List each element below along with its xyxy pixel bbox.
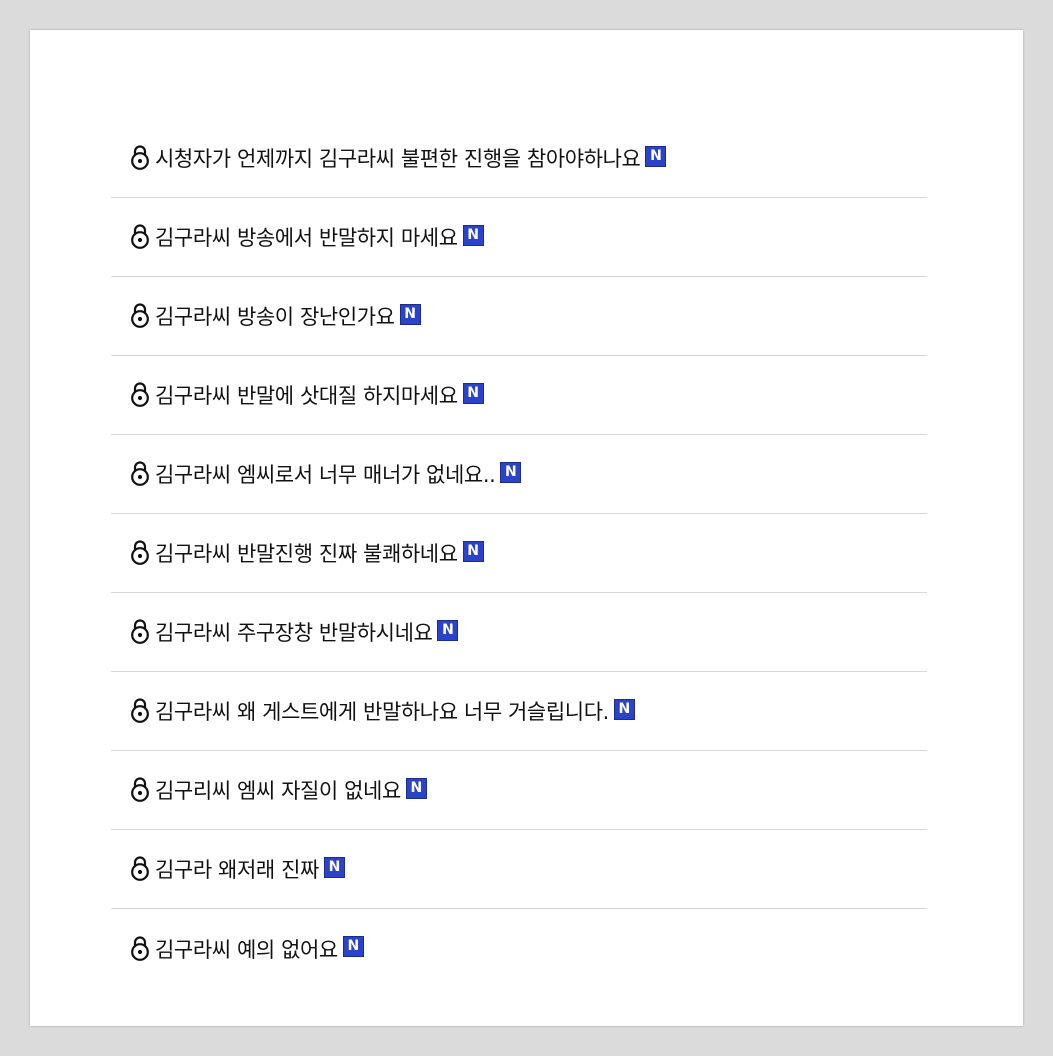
lock-icon (130, 381, 150, 407)
new-badge: N (399, 303, 421, 325)
post-item[interactable]: 김구라씨 방송이 장난인가요 N (111, 277, 927, 356)
new-badge: N (462, 382, 484, 404)
post-title[interactable]: 김구라씨 왜 게스트에게 반말하나요 너무 거슬립니다. (155, 696, 609, 726)
post-item[interactable]: 김구라 왜저래 진짜 N (111, 830, 927, 909)
post-title[interactable]: 시청자가 언제까지 김구라씨 불편한 진행을 참아야하나요 (155, 143, 641, 173)
new-badge: N (613, 698, 635, 720)
lock-icon (130, 460, 150, 486)
lock-icon (130, 776, 150, 802)
post-list: 시청자가 언제까지 김구라씨 불편한 진행을 참아야하나요 N 김구라씨 방송에… (111, 119, 927, 988)
post-title[interactable]: 김구리씨 엠씨 자질이 없네요 (155, 775, 401, 805)
post-list-card: 시청자가 언제까지 김구라씨 불편한 진행을 참아야하나요 N 김구라씨 방송에… (30, 30, 1023, 1026)
lock-icon (130, 539, 150, 565)
post-title[interactable]: 김구라씨 방송이 장난인가요 (155, 301, 395, 331)
post-item[interactable]: 시청자가 언제까지 김구라씨 불편한 진행을 참아야하나요 N (111, 119, 927, 198)
post-title[interactable]: 김구라씨 엠씨로서 너무 매너가 없네요.. (155, 459, 496, 489)
new-badge: N (323, 856, 345, 878)
post-item[interactable]: 김구라씨 엠씨로서 너무 매너가 없네요.. N (111, 435, 927, 514)
new-badge: N (342, 936, 364, 957)
lock-icon (130, 223, 150, 249)
post-title[interactable]: 김구라씨 방송에서 반말하지 마세요 (155, 222, 458, 252)
post-title[interactable]: 김구라씨 예의 없어요 (155, 934, 338, 964)
post-title[interactable]: 김구라씨 반말진행 진짜 불쾌하네요 (155, 538, 458, 568)
lock-icon (130, 855, 150, 881)
post-item[interactable]: 김구리씨 엠씨 자질이 없네요 N (111, 751, 927, 830)
lock-icon (130, 697, 150, 723)
lock-icon (130, 618, 150, 644)
post-item[interactable]: 김구라씨 예의 없어요 N (111, 909, 927, 988)
lock-icon (130, 935, 150, 961)
new-badge: N (645, 145, 667, 167)
new-badge: N (500, 461, 522, 483)
post-item[interactable]: 김구라씨 방송에서 반말하지 마세요 N (111, 198, 927, 277)
new-badge: N (405, 777, 427, 799)
new-badge: N (462, 540, 484, 562)
post-item[interactable]: 김구라씨 왜 게스트에게 반말하나요 너무 거슬립니다. N (111, 672, 927, 751)
new-badge: N (462, 224, 484, 246)
lock-icon (130, 144, 150, 170)
post-item[interactable]: 김구라씨 반말에 삿대질 하지마세요 N (111, 356, 927, 435)
post-item[interactable]: 김구라씨 주구장창 반말하시네요 N (111, 593, 927, 672)
post-item[interactable]: 김구라씨 반말진행 진짜 불쾌하네요 N (111, 514, 927, 593)
lock-icon (130, 302, 150, 328)
post-title[interactable]: 김구라 왜저래 진짜 (155, 854, 319, 884)
post-title[interactable]: 김구라씨 반말에 삿대질 하지마세요 (155, 380, 458, 410)
new-badge: N (437, 619, 459, 641)
post-title[interactable]: 김구라씨 주구장창 반말하시네요 (155, 617, 433, 647)
